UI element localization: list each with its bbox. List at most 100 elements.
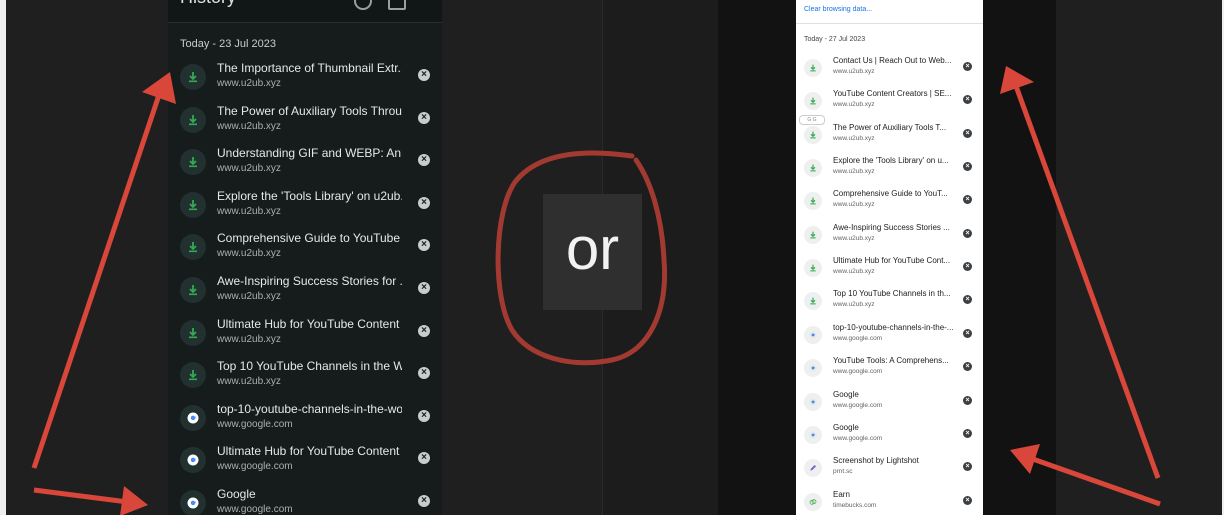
- close-icon[interactable]: ×: [418, 111, 430, 124]
- history-item-title: Understanding GIF and WEBP: An I...: [217, 146, 402, 161]
- dark-history-header: History: [168, 0, 442, 23]
- history-item[interactable]: Ultimate Hub for YouTube Cont... www.u2ub…: [796, 253, 983, 286]
- history-item[interactable]: Google www.google.com ×: [796, 387, 983, 420]
- close-icon[interactable]: ×: [963, 428, 972, 438]
- history-item-url: www.u2ub.xyz: [833, 234, 875, 242]
- u2ub-icon: [180, 277, 206, 303]
- close-icon[interactable]: ×: [418, 452, 430, 465]
- history-item-url: www.google.com: [217, 418, 293, 430]
- history-item-url: www.google.com: [833, 368, 883, 376]
- close-icon[interactable]: ×: [963, 362, 972, 372]
- history-date-header: Today - 23 Jul 2023: [180, 38, 277, 50]
- history-item[interactable]: top-10-youtube-channels-in-the-wo... www.…: [168, 398, 442, 440]
- history-item-url: www.u2ub.xyz: [217, 120, 281, 132]
- history-item-url: www.u2ub.xyz: [833, 101, 875, 109]
- history-item-title: The Power of Auxiliary Tools T...: [833, 122, 947, 132]
- close-icon[interactable]: ×: [963, 395, 972, 405]
- google-icon: [804, 359, 822, 378]
- history-item-title: top-10-youtube-channels-in-the-wo...: [217, 401, 402, 416]
- history-item-url: www.google.com: [833, 334, 883, 342]
- u2ub-icon: [804, 159, 822, 178]
- history-item[interactable]: The Importance of Thumbnail Extr... www.u…: [168, 57, 442, 99]
- history-item[interactable]: Top 10 YouTube Channels in th... www.u2ub…: [796, 286, 983, 319]
- history-item[interactable]: YouTube Content Creators | SE... www.u2ub…: [796, 86, 983, 119]
- history-item-title: Awe-Inspiring Success Stories for ...: [217, 274, 402, 288]
- history-item-title: Awe-Inspiring Success Stories ...: [833, 222, 950, 232]
- search-icon[interactable]: [354, 0, 372, 10]
- history-item-url: www.u2ub.xyz: [833, 201, 875, 209]
- history-item[interactable]: Earn timebucks.com ×: [796, 487, 983, 515]
- history-item-url: www.u2ub.xyz: [217, 291, 281, 302]
- google-icon: [804, 425, 822, 444]
- history-item-title: YouTube Content Creators | SE...: [833, 89, 952, 99]
- dark-history-panel: History Today - 23 Jul 2023 The Importan…: [168, 0, 442, 515]
- close-icon[interactable]: ×: [418, 69, 430, 81]
- close-icon[interactable]: ×: [418, 495, 430, 507]
- history-item-title: Top 10 YouTube Channels in th...: [833, 289, 951, 299]
- close-icon[interactable]: ×: [963, 62, 972, 71]
- u2ub-icon: [804, 92, 822, 111]
- clear-browsing-data-link[interactable]: Clear browsing data...: [804, 6, 872, 13]
- history-item-url: www.u2ub.xyz: [833, 168, 875, 176]
- history-item-title: top-10-youtube-channels-in-the-...: [833, 322, 954, 332]
- u2ub-icon: [180, 191, 206, 218]
- close-icon[interactable]: ×: [418, 367, 430, 380]
- history-item[interactable]: Understanding GIF and WEBP: An I... www.u…: [168, 142, 442, 184]
- arrow-up-left-panel: [31, 72, 176, 469]
- google-icon: [180, 490, 206, 515]
- close-icon[interactable]: ×: [963, 495, 972, 505]
- history-item[interactable]: Explore the 'Tools Library' on u2ub.... w…: [168, 185, 442, 227]
- history-item-url: www.google.com: [217, 461, 293, 473]
- menu-icon[interactable]: [388, 0, 406, 10]
- google-icon: [180, 404, 206, 431]
- history-item[interactable]: Ultimate Hub for YouTube Content ... www.…: [168, 313, 442, 355]
- close-icon[interactable]: ×: [963, 95, 972, 105]
- history-title: History: [180, 0, 236, 8]
- history-item-url: www.u2ub.xyz: [217, 163, 281, 175]
- history-item[interactable]: Comprehensive Guide to YouTube ... www.u2…: [168, 227, 442, 269]
- history-item[interactable]: Google www.google.com ×: [796, 420, 983, 453]
- history-item[interactable]: YouTube Tools: A Comprehens... www.google…: [796, 353, 983, 386]
- close-icon[interactable]: ×: [963, 328, 972, 338]
- history-item[interactable]: The Power of Auxiliary Tools T... www.u2u…: [796, 120, 983, 153]
- close-icon[interactable]: ×: [418, 282, 430, 294]
- light-history-panel: Clear browsing data... Today - 27 Jul 20…: [796, 0, 983, 515]
- u2ub-icon: [804, 125, 822, 144]
- history-item-title: Top 10 YouTube Channels in the W...: [217, 359, 402, 374]
- history-item-title: Ultimate Hub for YouTube Cont...: [833, 256, 951, 266]
- history-item[interactable]: Awe-Inspiring Success Stories ... www.u2u…: [796, 220, 983, 253]
- history-item[interactable]: Top 10 YouTube Channels in the W... www.u…: [168, 355, 442, 397]
- close-icon[interactable]: ×: [963, 128, 972, 138]
- history-item[interactable]: Screenshot by Lightshot prnt.sc ×: [796, 453, 983, 486]
- u2ub-icon: [804, 192, 822, 211]
- history-item[interactable]: Google www.google.com ×: [168, 483, 442, 515]
- close-icon[interactable]: ×: [418, 409, 430, 422]
- history-item-url: www.u2ub.xyz: [217, 248, 281, 260]
- history-item-url: www.google.com: [833, 401, 883, 409]
- history-item[interactable]: Comprehensive Guide to YouT... www.u2ub.x…: [796, 186, 983, 219]
- history-item[interactable]: top-10-youtube-channels-in-the-... www.go…: [796, 320, 983, 353]
- close-icon[interactable]: ×: [418, 154, 430, 167]
- history-item-title: Explore the 'Tools Library' on u...: [833, 156, 949, 166]
- history-item-title: Google: [217, 487, 256, 501]
- close-icon[interactable]: ×: [963, 162, 972, 172]
- close-icon[interactable]: ×: [963, 295, 972, 305]
- close-icon[interactable]: ×: [963, 462, 972, 472]
- history-item[interactable]: Ultimate Hub for YouTube Content ... www.…: [168, 440, 442, 482]
- or-label: or: [565, 215, 620, 282]
- google-icon: [804, 325, 822, 344]
- history-item-title: The Importance of Thumbnail Extr...: [217, 61, 402, 75]
- history-item[interactable]: Explore the 'Tools Library' on u... www.u…: [796, 153, 983, 186]
- close-icon[interactable]: ×: [418, 196, 430, 209]
- close-icon[interactable]: ×: [963, 228, 972, 238]
- history-item-url: www.u2ub.xyz: [217, 376, 281, 388]
- history-item[interactable]: Contact Us | Reach Out to Web... www.u2ub…: [796, 53, 983, 86]
- close-icon[interactable]: ×: [418, 324, 430, 337]
- history-item[interactable]: Awe-Inspiring Success Stories for ... www…: [168, 270, 442, 312]
- history-item[interactable]: The Power of Auxiliary Tools Throu... www…: [168, 100, 442, 142]
- close-icon[interactable]: ×: [963, 195, 972, 205]
- u2ub-icon: [180, 64, 206, 90]
- u2ub-icon: [180, 319, 206, 346]
- close-icon[interactable]: ×: [418, 239, 430, 252]
- close-icon[interactable]: ×: [963, 262, 972, 272]
